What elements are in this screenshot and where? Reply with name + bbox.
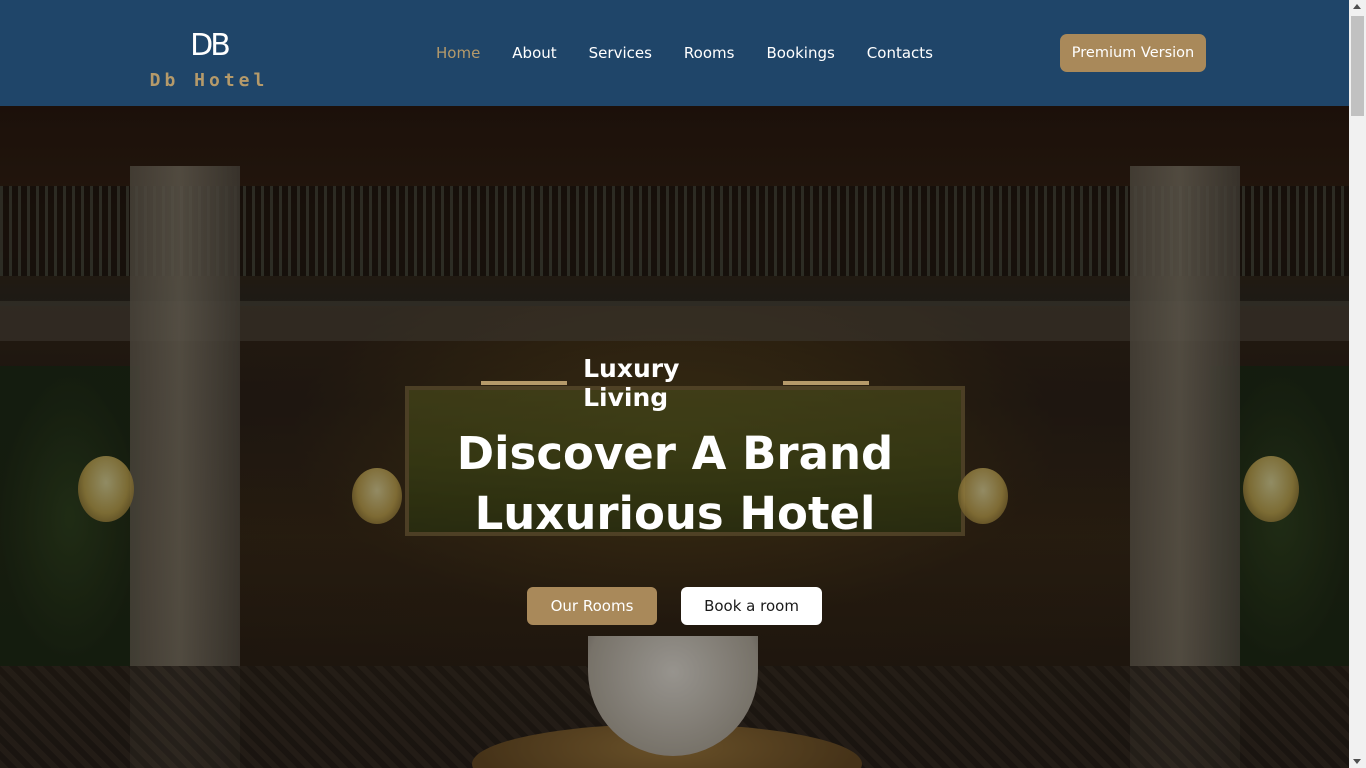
hero-section: Luxury Living Discover A Brand Luxurious… xyxy=(0,106,1349,768)
hero-subtitle-row: Luxury Living xyxy=(481,354,870,412)
hero-title-line-1: Discover A Brand xyxy=(456,427,894,480)
main-nav: Home About Services Rooms Bookings Conta… xyxy=(420,0,949,106)
nav-rooms[interactable]: Rooms xyxy=(668,0,751,106)
navbar: DB Db Hotel Home About Services Rooms Bo… xyxy=(0,0,1349,106)
subtitle-line-left xyxy=(481,381,568,385)
hero-content: Luxury Living Discover A Brand Luxurious… xyxy=(0,106,1349,768)
nav-about[interactable]: About xyxy=(496,0,572,106)
nav-bookings[interactable]: Bookings xyxy=(750,0,850,106)
our-rooms-button[interactable]: Our Rooms xyxy=(527,587,657,625)
scroll-up-arrow-icon[interactable] xyxy=(1353,4,1361,9)
book-a-room-button[interactable]: Book a room xyxy=(681,587,822,625)
hero-subtitle: Luxury Living xyxy=(583,354,680,412)
hero-title: Discover A Brand Luxurious Hotel xyxy=(400,424,950,544)
scrollbar-thumb[interactable] xyxy=(1351,16,1364,116)
nav-contacts[interactable]: Contacts xyxy=(851,0,949,106)
hero-title-line-2: Luxurious Hotel xyxy=(474,487,876,540)
brand-mark: DB xyxy=(190,28,231,63)
brand-name: Db Hotel xyxy=(149,70,269,91)
nav-home[interactable]: Home xyxy=(420,0,496,106)
brand-logo[interactable]: DB Db Hotel xyxy=(143,28,275,92)
subtitle-line-right xyxy=(782,381,870,385)
nav-services[interactable]: Services xyxy=(573,0,668,106)
scroll-down-arrow-icon[interactable] xyxy=(1353,759,1361,764)
premium-version-button[interactable]: Premium Version xyxy=(1060,34,1206,72)
